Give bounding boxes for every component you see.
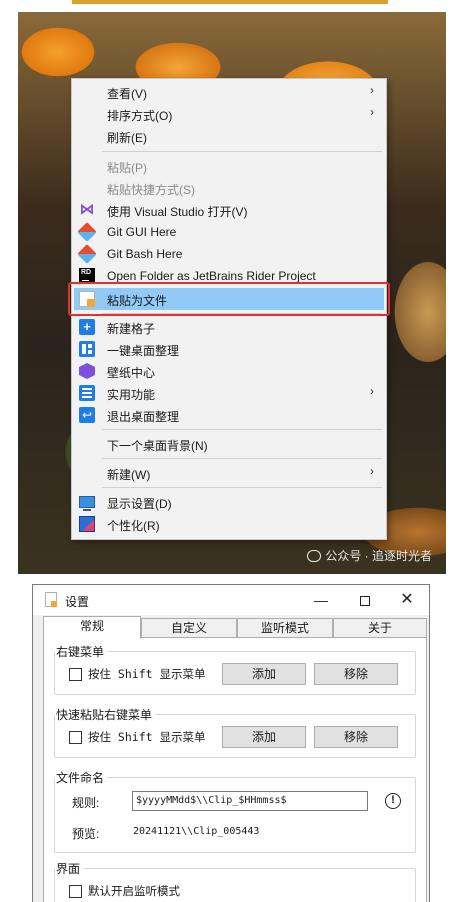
menu-item-label: Git GUI Here xyxy=(107,225,177,239)
menu-item-git-bash[interactable]: Git Bash Here xyxy=(74,243,384,265)
menu-separator xyxy=(102,151,382,152)
menu-item-new[interactable]: 新建(W) › xyxy=(74,462,384,484)
menu-item-label: 个性化(R) xyxy=(107,519,160,533)
tab-general[interactable]: 常规 xyxy=(43,616,141,639)
group-title: 界面 xyxy=(55,860,84,877)
remove-button[interactable]: 移除 xyxy=(314,663,398,685)
group-title: 快速粘贴右键菜单 xyxy=(55,706,156,723)
menu-separator xyxy=(102,458,382,459)
menu-item-label: 下一个桌面背景(N) xyxy=(107,439,208,453)
previous-image-edge xyxy=(72,0,388,4)
chevron-right-icon: › xyxy=(370,384,374,398)
menu-separator xyxy=(102,487,382,488)
general-tab-panel: 右键菜单 按住 Shift 显示菜单 添加 移除 快速粘贴右键菜单 按住 Shi… xyxy=(43,637,427,902)
menu-item-sort[interactable]: 排序方式(O) › xyxy=(74,103,384,125)
menu-item-label: 排序方式(O) xyxy=(107,109,173,123)
rule-label: 规则: xyxy=(72,796,100,810)
wallpaper-icon xyxy=(79,363,95,379)
menu-item-view[interactable]: 查看(V) › xyxy=(74,81,384,103)
shift-show-quick-menu-checkbox[interactable]: 按住 Shift 显示菜单 xyxy=(69,729,205,745)
close-button[interactable]: ✕ xyxy=(385,585,429,615)
menu-item-label: Open Folder as JetBrains Rider Project xyxy=(107,269,316,283)
menu-item-paste: 粘贴(P) xyxy=(74,155,384,177)
menu-item-utilities[interactable]: 实用功能 › xyxy=(74,382,384,404)
interface-group: 界面 默认开启监听模式 xyxy=(54,860,416,902)
exit-icon: ↩ xyxy=(79,407,95,423)
tab-customize[interactable]: 自定义 xyxy=(141,618,237,638)
dialog-title: 设置 xyxy=(65,595,90,609)
menu-item-new-grid[interactable]: + 新建格子 xyxy=(74,316,384,338)
menu-item-label: 粘贴快捷方式(S) xyxy=(107,183,195,197)
info-icon[interactable]: ! xyxy=(385,793,401,809)
maximize-icon xyxy=(360,596,370,607)
git-bash-icon xyxy=(77,244,97,264)
chevron-right-icon: › xyxy=(370,105,374,119)
menu-item-label: 退出桌面整理 xyxy=(107,410,180,424)
preview-value: 20241121\\Clip_005443 xyxy=(133,826,260,837)
menu-item-paste-shortcut: 粘贴快捷方式(S) xyxy=(74,177,384,199)
group-title: 右键菜单 xyxy=(55,643,108,660)
group-title: 文件命名 xyxy=(55,769,108,786)
menu-item-display-settings[interactable]: 显示设置(D) xyxy=(74,491,384,513)
preview-label: 预览: xyxy=(72,827,100,841)
menu-item-label: 一键桌面整理 xyxy=(107,344,180,358)
visual-studio-icon: ⋈ xyxy=(79,201,95,218)
checkbox-label: 按住 Shift 显示菜单 xyxy=(88,730,206,744)
remove-button[interactable]: 移除 xyxy=(314,726,398,748)
menu-item-label: 粘贴(P) xyxy=(107,161,147,175)
checkbox-box[interactable] xyxy=(69,884,82,898)
chevron-right-icon: › xyxy=(370,83,374,97)
menu-item-refresh[interactable]: 刷新(E) xyxy=(74,125,384,147)
menu-item-label: 新建(W) xyxy=(107,468,151,482)
tab-bar: 常规 自定义 监听模式 关于 xyxy=(43,616,427,639)
menu-item-label: 使用 Visual Studio 打开(V) xyxy=(107,205,248,219)
right-menu-group: 右键菜单 按住 Shift 显示菜单 添加 移除 xyxy=(54,643,416,695)
highlight-annotation-box xyxy=(68,282,390,316)
title-bar: 设置 — ✕ xyxy=(33,585,429,615)
menu-item-label: 壁纸中心 xyxy=(107,366,156,380)
menu-item-open-visual-studio[interactable]: ⋈ 使用 Visual Studio 打开(V) xyxy=(74,199,384,221)
checkbox-box[interactable] xyxy=(69,730,82,744)
desktop-organize-icon xyxy=(79,341,95,357)
checkbox-box[interactable] xyxy=(69,667,82,681)
checkbox-label: 默认开启监听模式 xyxy=(88,884,180,898)
menu-item-next-background[interactable]: 下一个桌面背景(N) xyxy=(74,433,384,455)
tab-monitor-mode[interactable]: 监听模式 xyxy=(237,618,333,638)
menu-item-desktop-organize[interactable]: 一键桌面整理 xyxy=(74,338,384,360)
menu-item-exit-organize[interactable]: ↩ 退出桌面整理 xyxy=(74,404,384,426)
default-monitor-mode-checkbox[interactable]: 默认开启监听模式 xyxy=(69,883,180,899)
quick-paste-menu-group: 快速粘贴右键菜单 按住 Shift 显示菜单 添加 移除 xyxy=(54,706,416,758)
menu-item-label: 新建格子 xyxy=(107,322,156,336)
menu-item-label: 实用功能 xyxy=(107,388,156,402)
checkbox-label: 按住 Shift 显示菜单 xyxy=(88,667,206,681)
app-icon xyxy=(45,592,57,607)
watermark-text: 公众号 · 追逐时光者 xyxy=(325,549,432,563)
watermark: 公众号 · 追逐时光者 xyxy=(307,547,432,564)
tab-about[interactable]: 关于 xyxy=(333,618,427,638)
menu-item-personalize[interactable]: 个性化(R) xyxy=(74,513,384,535)
menu-item-git-gui[interactable]: Git GUI Here xyxy=(74,221,384,243)
add-button[interactable]: 添加 xyxy=(222,726,306,748)
personalize-icon xyxy=(79,516,95,532)
menu-item-label: 显示设置(D) xyxy=(107,497,172,511)
add-grid-icon: + xyxy=(79,319,95,335)
rule-input[interactable]: $yyyyMMdd$\\Clip_$HHmmss$ xyxy=(132,791,368,811)
shift-show-menu-checkbox[interactable]: 按住 Shift 显示菜单 xyxy=(69,666,205,682)
menu-separator xyxy=(102,429,382,430)
maximize-button[interactable] xyxy=(343,585,387,615)
git-gui-icon xyxy=(77,222,97,242)
wechat-icon xyxy=(307,549,322,562)
display-icon xyxy=(79,496,95,511)
menu-item-label: 查看(V) xyxy=(107,87,147,101)
chevron-right-icon: › xyxy=(370,464,374,478)
file-naming-group: 文件命名 规则: $yyyyMMdd$\\Clip_$HHmmss$ ! 预览:… xyxy=(54,769,416,853)
settings-dialog: 设置 — ✕ 常规 自定义 监听模式 关于 右键菜单 按住 Shift 显示菜单… xyxy=(32,584,430,902)
menu-item-label: Git Bash Here xyxy=(107,247,183,261)
add-button[interactable]: 添加 xyxy=(222,663,306,685)
menu-item-label: 刷新(E) xyxy=(107,131,147,145)
minimize-button[interactable]: — xyxy=(299,585,343,615)
tools-icon xyxy=(79,385,95,401)
menu-item-wallpaper-center[interactable]: 壁纸中心 xyxy=(74,360,384,382)
